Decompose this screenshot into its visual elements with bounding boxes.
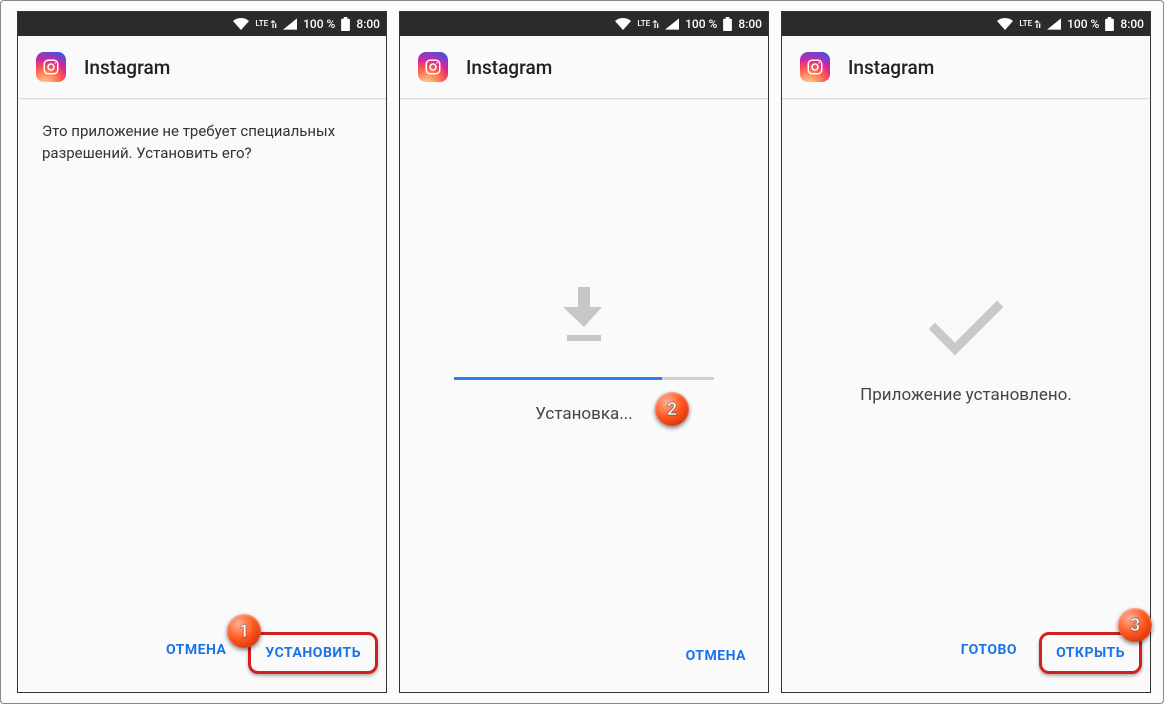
phone-panel-3: LTE 100 % 8:00 Instagram: [781, 11, 1151, 693]
signal-icon: [665, 18, 679, 30]
cancel-button[interactable]: ОТМЕНА: [672, 638, 760, 674]
cancel-button[interactable]: ОТМЕНА: [152, 632, 240, 674]
app-header: Instagram: [18, 36, 386, 99]
checkmark-icon: [927, 299, 1005, 361]
wifi-icon: [997, 18, 1013, 30]
app-title: Instagram: [466, 56, 552, 79]
phone-panel-2: LTE 100 % 8:00 Instagram: [399, 11, 769, 693]
wifi-icon: [233, 18, 249, 30]
button-row: ОТМЕНА: [400, 628, 768, 692]
battery-text: 100 %: [685, 17, 717, 31]
app-title: Instagram: [84, 56, 170, 79]
content-area: Приложение установлено.: [782, 99, 1150, 622]
signal-icon: [1047, 18, 1061, 30]
content-area: Это приложение не требует специальных ра…: [18, 99, 386, 622]
install-progress-bar: [454, 377, 714, 380]
lte-icon: LTE: [637, 20, 659, 28]
clock-text: 8:00: [738, 17, 762, 31]
status-bar: LTE 100 % 8:00: [400, 12, 768, 36]
battery-icon: [1105, 17, 1114, 31]
done-button[interactable]: ГОТОВО: [947, 632, 1031, 674]
status-bar: LTE 100 % 8:00: [782, 12, 1150, 36]
button-row: ОТМЕНА УСТАНОВИТЬ: [18, 622, 386, 692]
permission-message: Это приложение не требует специальных ра…: [42, 121, 362, 165]
wifi-icon: [615, 18, 631, 30]
phone-panel-1: LTE 100 % 8:00 Instagram Эт: [17, 11, 387, 693]
callout-badge-3: 3: [1118, 608, 1152, 642]
battery-icon: [341, 17, 350, 31]
instagram-app-icon: [36, 52, 66, 82]
content-area: Установка...: [400, 99, 768, 628]
lte-icon: LTE: [255, 20, 277, 28]
download-icon: [557, 285, 611, 349]
callout-badge-2: 2: [655, 392, 689, 426]
clock-text: 8:00: [356, 17, 380, 31]
battery-text: 100 %: [303, 17, 335, 31]
install-button[interactable]: УСТАНОВИТЬ: [248, 632, 378, 674]
instagram-app-icon: [800, 52, 830, 82]
app-title: Instagram: [848, 56, 934, 79]
battery-icon: [723, 17, 732, 31]
install-progress-label: Установка...: [535, 404, 632, 424]
lte-icon: LTE: [1019, 20, 1041, 28]
tutorial-stage: LTE 100 % 8:00 Instagram Эт: [0, 0, 1164, 704]
install-done-label: Приложение установлено.: [860, 385, 1072, 405]
callout-badge-1: 1: [227, 614, 261, 648]
signal-icon: [283, 18, 297, 30]
battery-text: 100 %: [1067, 17, 1099, 31]
app-header: Instagram: [400, 36, 768, 99]
clock-text: 8:00: [1120, 17, 1144, 31]
app-header: Instagram: [782, 36, 1150, 99]
status-bar: LTE 100 % 8:00: [18, 12, 386, 36]
button-row: ГОТОВО ОТКРЫТЬ: [782, 622, 1150, 692]
install-progress-fill: [454, 377, 662, 380]
instagram-app-icon: [418, 52, 448, 82]
